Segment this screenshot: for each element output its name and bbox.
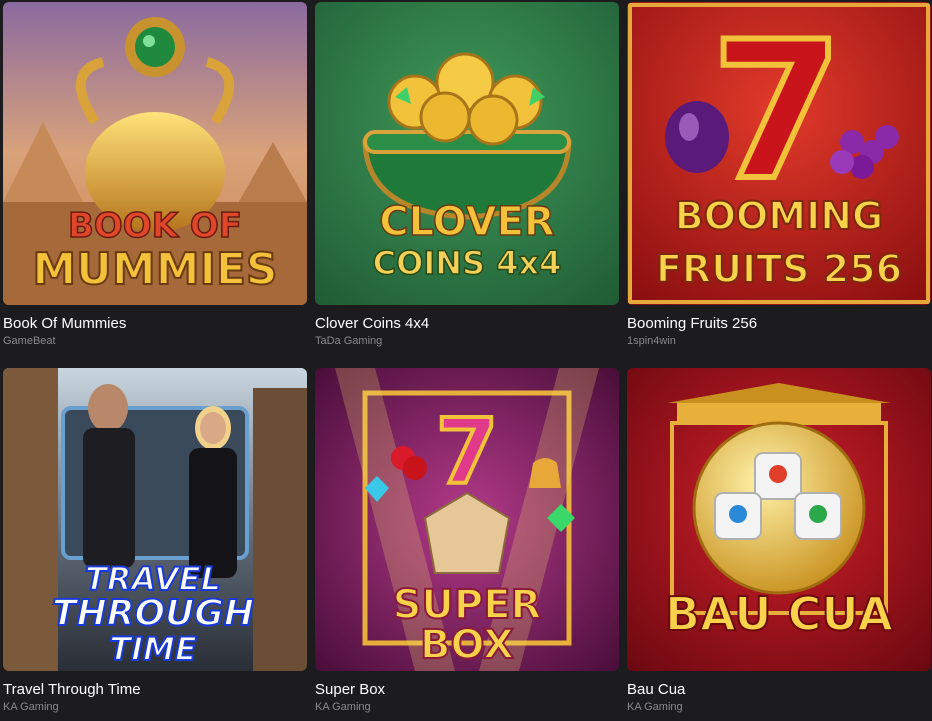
art-title-line1: BAU CUA <box>665 587 893 641</box>
game-card-clover-coins[interactable]: CLOVER COINS 4x4 Clover Coins 4x4 TaDa G… <box>315 2 619 348</box>
art-title-line2: BOX <box>420 622 514 668</box>
game-thumbnail[interactable]: 7 BOOMING FRUITS 256 <box>627 2 931 305</box>
game-provider: KA Gaming <box>3 701 59 713</box>
art-title-line3: TIME <box>109 630 197 668</box>
art-title-line2: THROUGH <box>52 593 254 634</box>
game-provider: GameBeat <box>3 335 56 347</box>
game-thumbnail[interactable]: CLOVER COINS 4x4 <box>315 2 619 305</box>
art-title-line2: COINS 4x4 <box>373 244 562 282</box>
game-grid: BOOK OF MUMMIES Book Of Mummies GameBeat <box>3 2 931 714</box>
seven-symbol: 7 <box>436 400 499 505</box>
art-title-line1: CLOVER <box>379 199 554 245</box>
game-title[interactable]: Book Of Mummies <box>3 315 307 333</box>
game-card-bau-cua[interactable]: BAU CUA Bau Cua KA Gaming <box>627 368 931 714</box>
game-card-travel-through-time[interactable]: TRAVEL THROUGH TIME Travel Through Time … <box>3 368 307 714</box>
bau-cua-art: BAU CUA <box>627 368 931 671</box>
game-card-booming-fruits[interactable]: 7 BOOMING FRUITS 256 Booming Fruits 256 … <box>627 2 931 348</box>
game-provider: 1spin4win <box>627 335 676 347</box>
art-title-line1: BOOK OF <box>68 206 242 246</box>
game-thumbnail[interactable]: BOOK OF MUMMIES <box>3 2 307 305</box>
game-provider: TaDa Gaming <box>315 335 383 347</box>
game-provider: KA Gaming <box>627 701 683 713</box>
booming-fruits-art: 7 BOOMING FRUITS 256 <box>627 2 931 305</box>
super-box-art: 7 SUPER BOX <box>315 368 619 671</box>
game-provider: KA Gaming <box>315 701 371 713</box>
book-of-mummies-art: BOOK OF MUMMIES <box>3 2 307 305</box>
game-thumbnail[interactable]: 7 SUPER BOX <box>315 368 619 671</box>
game-title[interactable]: Booming Fruits 256 <box>627 315 931 333</box>
clover-coins-art: CLOVER COINS 4x4 <box>315 2 619 305</box>
art-title-line2: FRUITS 256 <box>656 247 902 291</box>
game-thumbnail[interactable]: BAU CUA <box>627 368 931 671</box>
game-title[interactable]: Bau Cua <box>627 681 931 699</box>
art-title-line1: BOOMING <box>675 194 884 238</box>
travel-through-time-art: TRAVEL THROUGH TIME <box>3 368 307 671</box>
game-thumbnail[interactable]: TRAVEL THROUGH TIME <box>3 368 307 671</box>
game-card-super-box[interactable]: 7 SUPER BOX Super Box KA Gaming <box>315 368 619 714</box>
game-title[interactable]: Super Box <box>315 681 619 699</box>
art-title-line2: MUMMIES <box>32 244 277 295</box>
game-card-book-of-mummies[interactable]: BOOK OF MUMMIES Book Of Mummies GameBeat <box>3 2 307 348</box>
seven-symbol: 7 <box>711 2 843 222</box>
game-title[interactable]: Travel Through Time <box>3 681 307 699</box>
game-title[interactable]: Clover Coins 4x4 <box>315 315 619 333</box>
